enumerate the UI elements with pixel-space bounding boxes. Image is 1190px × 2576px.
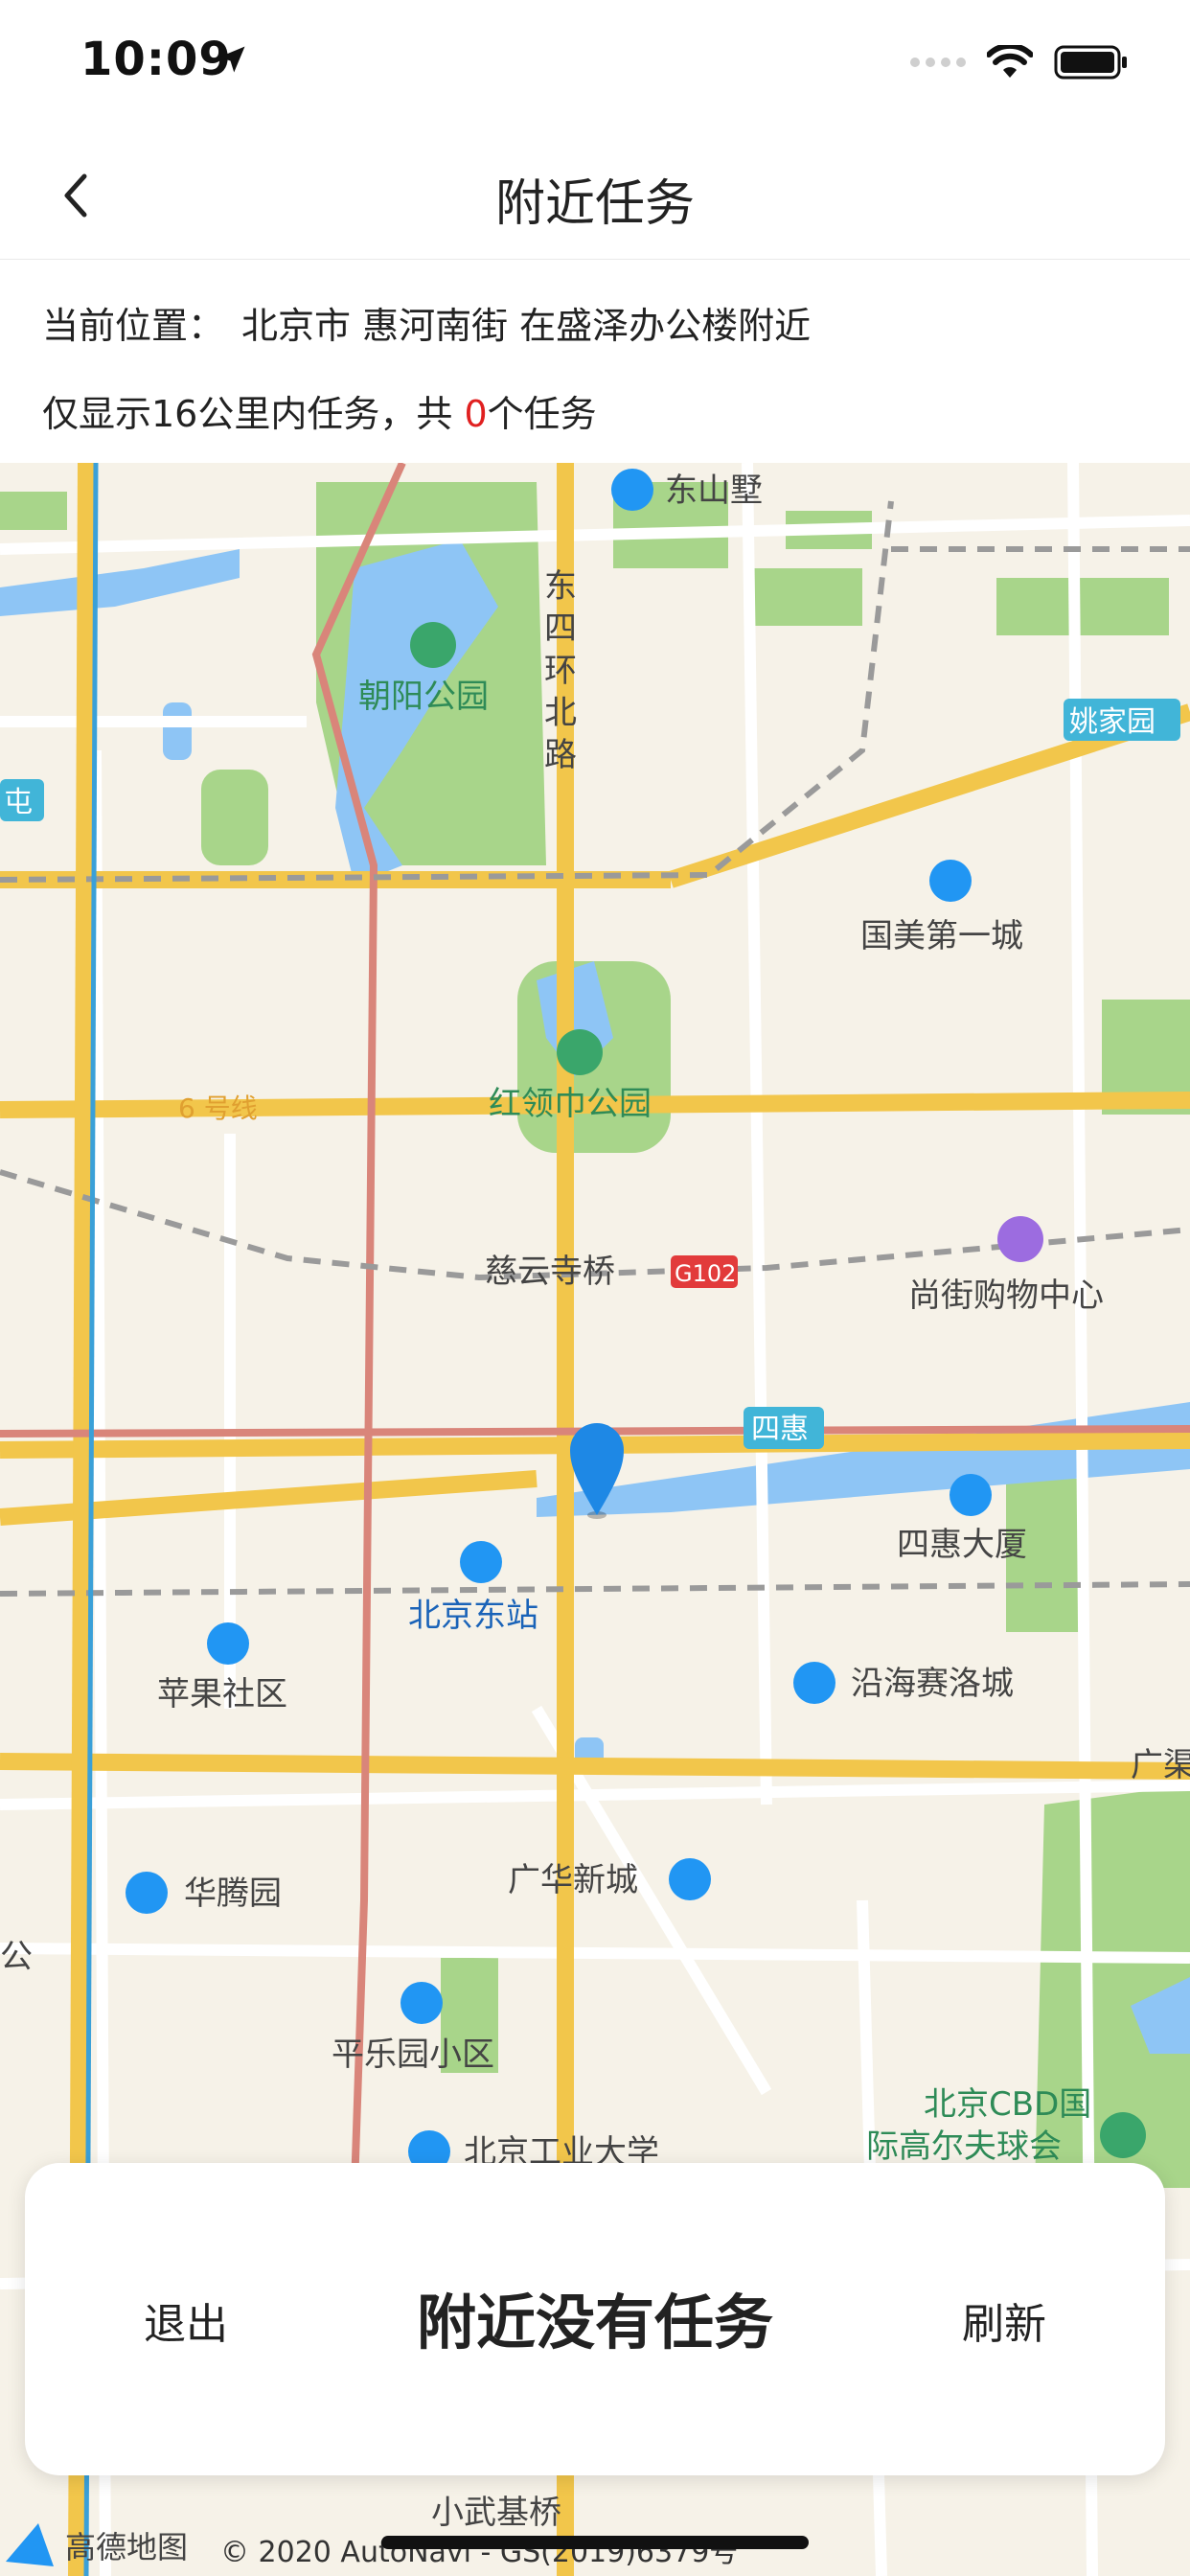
map-label-shangjie: 尚街购物中心 xyxy=(908,1276,1104,1315)
map-label-tun: 屯 xyxy=(4,786,33,819)
map-label-pingguo: 苹果社区 xyxy=(157,1675,287,1714)
status-bar: 10:09 xyxy=(0,0,1190,134)
task-count: 0 xyxy=(464,393,488,435)
battery-icon xyxy=(1054,45,1127,80)
signal-icon xyxy=(910,58,966,67)
task-status-card: 退出 附近没有任务 刷新 xyxy=(25,2163,1165,2475)
map-label-ring-2: 四 xyxy=(544,610,577,648)
map-label-ring-4: 北 xyxy=(544,694,577,732)
wifi-icon xyxy=(987,45,1033,78)
map-label-yaojiayuan: 姚家园 xyxy=(1069,705,1156,739)
location-info: 当前位置： 北京市 惠河南街 在盛泽办公楼附近 仅显示16公里内任务，共 0个任务 xyxy=(0,260,1190,463)
map-label-xiaowuji: 小武基桥 xyxy=(431,2494,561,2532)
range-info: 仅显示16公里内任务，共 0个任务 xyxy=(42,384,597,437)
map-label-guanghua: 广华新城 xyxy=(508,1861,638,1899)
map-label-chaoyang-park: 朝阳公园 xyxy=(358,678,489,716)
location-label: 当前位置： xyxy=(42,305,225,347)
refresh-button[interactable]: 刷新 xyxy=(962,2289,1046,2351)
location-arrow-icon xyxy=(218,46,245,73)
status-time: 10:09 xyxy=(80,33,232,86)
map-label-pingleyuan: 平乐园小区 xyxy=(332,2036,494,2074)
gaode-logo-icon xyxy=(6,2523,54,2566)
map-label-line6: 6 号线 xyxy=(178,1092,258,1124)
map-label-ciyun: 慈云寺桥 xyxy=(485,1253,615,1291)
navigation-bar: 附近任务 xyxy=(0,134,1190,260)
map-label-huateng: 华腾园 xyxy=(184,1874,282,1913)
map-label-hongling: 红领巾公园 xyxy=(489,1085,652,1123)
current-location: 当前位置： 北京市 惠河南街 在盛泽办公楼附近 xyxy=(42,296,811,349)
map-label-beijing-east: 北京东站 xyxy=(408,1597,538,1635)
map-label-ring-5: 路 xyxy=(544,736,577,774)
range-prefix: 仅显示16公里内任务，共 xyxy=(42,393,465,435)
location-value: 北京市 惠河南街 在盛泽办公楼附近 xyxy=(241,305,812,347)
map-label-ring-3: 环 xyxy=(544,652,577,690)
home-indicator[interactable] xyxy=(381,2536,809,2549)
map-label-g102: G102 xyxy=(675,1260,736,1287)
map-label-guomei: 国美第一城 xyxy=(860,917,1023,955)
gaode-label: 高德地图 xyxy=(65,2529,188,2565)
map-label-gong: 公 xyxy=(0,1938,33,1976)
map-label-guang: 广渠 xyxy=(1131,1746,1190,1784)
map-label-sihui-tower: 四惠大厦 xyxy=(897,1526,1027,1564)
map-label-dongshanshu: 东山墅 xyxy=(665,472,763,510)
map-label-sihui-badge: 四惠 xyxy=(751,1413,809,1446)
map-label-ring-1: 东 xyxy=(544,567,577,606)
map-label-cbd-2: 际高尔夫球会 xyxy=(866,2128,1062,2166)
status-indicators xyxy=(910,44,1129,80)
map-label-yanhai: 沿海赛洛城 xyxy=(851,1665,1014,1703)
range-suffix: 个任务 xyxy=(487,393,597,435)
map-label-cbd-1: 北京CBD国 xyxy=(924,2085,1091,2124)
page-title: 附近任务 xyxy=(494,175,695,233)
